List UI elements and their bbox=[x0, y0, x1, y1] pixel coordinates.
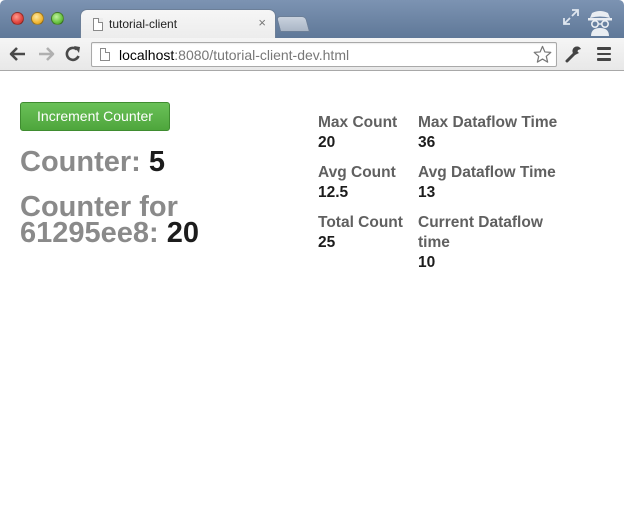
back-arrow-icon[interactable] bbox=[8, 44, 28, 64]
dataflow-stats-column: Max Dataflow Time 36 Avg Dataflow Time 1… bbox=[418, 113, 568, 283]
url-path: :8080/tutorial-client-dev.html bbox=[174, 47, 350, 63]
reload-icon[interactable] bbox=[63, 44, 83, 64]
stat-label: Total Count bbox=[318, 214, 403, 231]
close-window-icon[interactable] bbox=[11, 12, 24, 25]
url-text[interactable]: localhost:8080/tutorial-client-dev.html bbox=[119, 47, 349, 63]
current-dataflow-stat: Current Dataflow time 10 bbox=[418, 213, 568, 272]
counter-label: Counter: bbox=[20, 146, 141, 178]
avg-dataflow-stat: Avg Dataflow Time 13 bbox=[418, 163, 568, 202]
stat-label: Avg Count bbox=[318, 164, 396, 181]
wrench-icon[interactable] bbox=[565, 45, 583, 63]
avg-count-stat: Avg Count 12.5 bbox=[318, 163, 410, 202]
forward-arrow-icon[interactable] bbox=[36, 44, 56, 64]
fullscreen-icon[interactable] bbox=[563, 9, 579, 25]
star-icon[interactable] bbox=[533, 45, 552, 64]
max-dataflow-stat: Max Dataflow Time 36 bbox=[418, 113, 568, 152]
counter-for-display: Counter for 61295ee8: 20 bbox=[20, 191, 250, 249]
counter-display: Counter: 5 bbox=[20, 146, 165, 178]
browser-toolbar: localhost:8080/tutorial-client-dev.html bbox=[0, 38, 624, 71]
url-host: localhost bbox=[119, 47, 175, 63]
stat-value: 10 bbox=[418, 254, 436, 271]
stat-value: 36 bbox=[418, 134, 436, 151]
stat-label: Max Dataflow Time bbox=[418, 114, 558, 131]
tab-title: tutorial-client bbox=[109, 17, 178, 31]
zoom-window-icon[interactable] bbox=[51, 12, 64, 25]
stat-value: 13 bbox=[418, 184, 436, 201]
stat-label: Max Count bbox=[318, 114, 398, 131]
stat-value: 25 bbox=[318, 234, 336, 251]
stat-label: Avg Dataflow Time bbox=[418, 164, 556, 181]
minimize-window-icon[interactable] bbox=[31, 12, 44, 25]
total-count-stat: Total Count 25 bbox=[318, 213, 410, 252]
new-tab-button[interactable] bbox=[275, 16, 311, 32]
tab-close-icon[interactable]: × bbox=[258, 15, 266, 30]
address-bar[interactable]: localhost:8080/tutorial-client-dev.html bbox=[91, 42, 557, 67]
count-stats-column: Max Count 20 Avg Count 12.5 Total Count … bbox=[318, 113, 410, 263]
menu-icon[interactable] bbox=[597, 47, 611, 61]
page-icon bbox=[93, 18, 103, 31]
window-titlebar: tutorial-client × bbox=[0, 0, 624, 39]
counter-for-value: 20 bbox=[166, 217, 200, 249]
counter-value: 5 bbox=[148, 146, 166, 178]
stat-value: 20 bbox=[318, 134, 336, 151]
incognito-icon bbox=[588, 11, 612, 36]
stat-value: 12.5 bbox=[318, 184, 349, 201]
browser-tab[interactable]: tutorial-client × bbox=[80, 9, 276, 39]
increment-counter-button[interactable]: Increment Counter bbox=[20, 102, 170, 131]
max-count-stat: Max Count 20 bbox=[318, 113, 410, 152]
document-icon bbox=[100, 48, 110, 61]
stat-label: Current Dataflow time bbox=[418, 214, 543, 251]
counter-for-label: Counter for 61295ee8: bbox=[20, 191, 178, 249]
